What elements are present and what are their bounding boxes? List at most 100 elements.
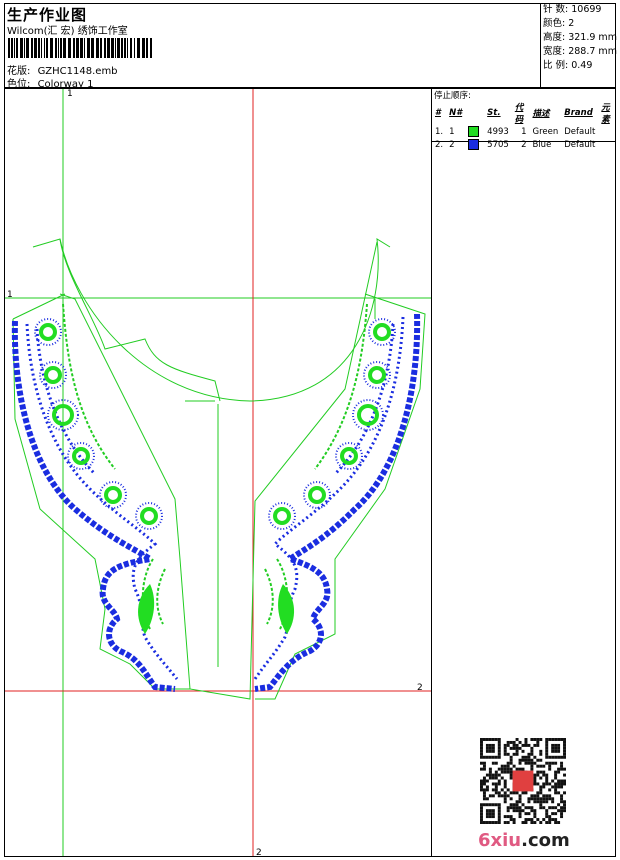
legend-row: 2. 2 5705 2 Blue Default	[432, 138, 616, 151]
barcode-bar	[50, 38, 53, 58]
qr-code	[480, 738, 566, 824]
barcode-bar	[58, 38, 59, 58]
barcode-bar	[150, 38, 152, 58]
barcode-bar	[134, 38, 135, 58]
barcode	[8, 38, 152, 58]
barcode-bar	[142, 38, 145, 58]
right-green-vine	[264, 303, 368, 630]
barcode-bar	[34, 38, 37, 58]
barcode-bar	[55, 38, 57, 58]
barcode-bar	[80, 38, 83, 58]
guide-label-h1: 1	[7, 290, 13, 300]
panel-divider	[431, 88, 432, 857]
design-width: 宽度: 288.7 mm	[543, 46, 617, 57]
row-description: Blue	[532, 139, 552, 150]
barcode-bar	[20, 38, 23, 58]
col-description: 描述	[532, 109, 550, 119]
col-number: N#	[449, 108, 463, 118]
barcode-bar	[91, 38, 94, 58]
barcode-bar	[73, 38, 75, 58]
legend-header-row: # N# St. 代码 描述 Brand 元素	[432, 101, 616, 125]
barcode-bar	[46, 38, 48, 58]
guide-label-v1: 1	[67, 89, 73, 99]
barcode-bar	[14, 38, 15, 58]
barcode-bar	[60, 38, 62, 58]
stats-panel: 针 数: 10699 颜色: 2 高度: 321.9 mm 宽度: 288.7 …	[541, 3, 617, 88]
collar-outline	[12, 238, 426, 700]
row-code: 1	[521, 126, 527, 137]
barcode-bar	[63, 38, 66, 58]
barcode-bar	[44, 38, 45, 58]
barcode-bar	[115, 38, 116, 58]
barcode-bar	[121, 38, 123, 58]
barcode-bar	[87, 38, 90, 58]
col-stitches: St.	[487, 108, 501, 118]
col-element: 元素	[601, 103, 610, 125]
barcode-bar	[96, 38, 99, 58]
studio-name: Wilcom(汇 宏) 绣饰工作室	[7, 26, 128, 37]
col-index: #	[435, 108, 441, 118]
guide-label-v2: 2	[256, 848, 262, 856]
color-swatch-blue	[468, 139, 480, 150]
barcode-bar	[107, 38, 110, 58]
stop-sequence-legend: 停止顺序: # N# St. 代码 描述 Brand 元素 1. 1 4993 …	[432, 89, 616, 150]
row-index: 1.	[435, 126, 444, 137]
row-swatch	[465, 125, 484, 138]
blue-swirl-halos	[34, 318, 396, 530]
barcode-bar	[8, 38, 10, 58]
logo-main: 6xiu	[478, 830, 522, 851]
color-swatch-green	[468, 126, 480, 137]
row-description: Green	[532, 126, 559, 137]
barcode-bar	[127, 38, 128, 58]
col-brand: Brand	[564, 108, 593, 118]
barcode-bar	[24, 38, 25, 58]
barcode-bar	[68, 38, 71, 58]
barcode-bar	[31, 38, 33, 58]
color-count: 颜色: 2	[543, 18, 575, 29]
left-ring-motifs	[39, 323, 158, 525]
barcode-bar	[124, 38, 126, 58]
col-swatch	[465, 101, 484, 125]
right-ring-motifs	[273, 323, 391, 525]
watermark-logo: 6xiu.com	[478, 830, 570, 851]
barcode-bar	[41, 38, 42, 58]
row-element	[598, 138, 616, 151]
row-index: 2.	[435, 139, 444, 150]
legend-row: 1. 1 4993 1 Green Default	[432, 125, 616, 138]
seal-icon	[512, 770, 534, 792]
barcode-bar	[26, 38, 29, 58]
barcode-bar	[100, 38, 102, 58]
barcode-bar	[11, 38, 13, 58]
barcode-bar	[84, 38, 85, 58]
row-code: 2	[521, 139, 527, 150]
row-number: 1	[449, 126, 455, 137]
row-swatch	[465, 138, 484, 151]
header-block: 生产作业图 Wilcom(汇 宏) 绣饰工作室 花版: GZHC1148.emb…	[4, 3, 541, 90]
legend-caption: 停止顺序:	[434, 91, 471, 101]
row-element	[598, 125, 616, 138]
left-green-vine	[62, 303, 166, 630]
embroidery-preview: 1 1 2 2	[5, 89, 431, 856]
row-number: 2	[449, 139, 455, 150]
guide-label-h2: 2	[417, 683, 423, 693]
green-leaf-motifs	[138, 584, 295, 634]
barcode-bar	[130, 38, 132, 58]
barcode-bar	[117, 38, 120, 58]
barcode-bar	[76, 38, 79, 58]
barcode-bar	[137, 38, 140, 58]
row-stitches: 5705	[487, 139, 509, 150]
design-scale: 比 例: 0.49	[543, 60, 593, 71]
legend-table: # N# St. 代码 描述 Brand 元素 1. 1 4993 1 Gree…	[432, 101, 616, 151]
row-brand: Default	[564, 126, 596, 137]
stitch-count: 针 数: 10699	[543, 4, 602, 15]
row-stitches: 4993	[487, 126, 509, 137]
barcode-bar	[146, 38, 148, 58]
logo-domain: .com	[521, 830, 570, 851]
design-height: 高度: 321.9 mm	[543, 32, 617, 43]
col-code: 代码	[514, 103, 524, 125]
barcode-bar	[111, 38, 114, 58]
barcode-bar	[104, 38, 106, 58]
barcode-bar	[38, 38, 40, 58]
row-brand: Default	[564, 139, 596, 150]
barcode-bar	[16, 38, 18, 58]
